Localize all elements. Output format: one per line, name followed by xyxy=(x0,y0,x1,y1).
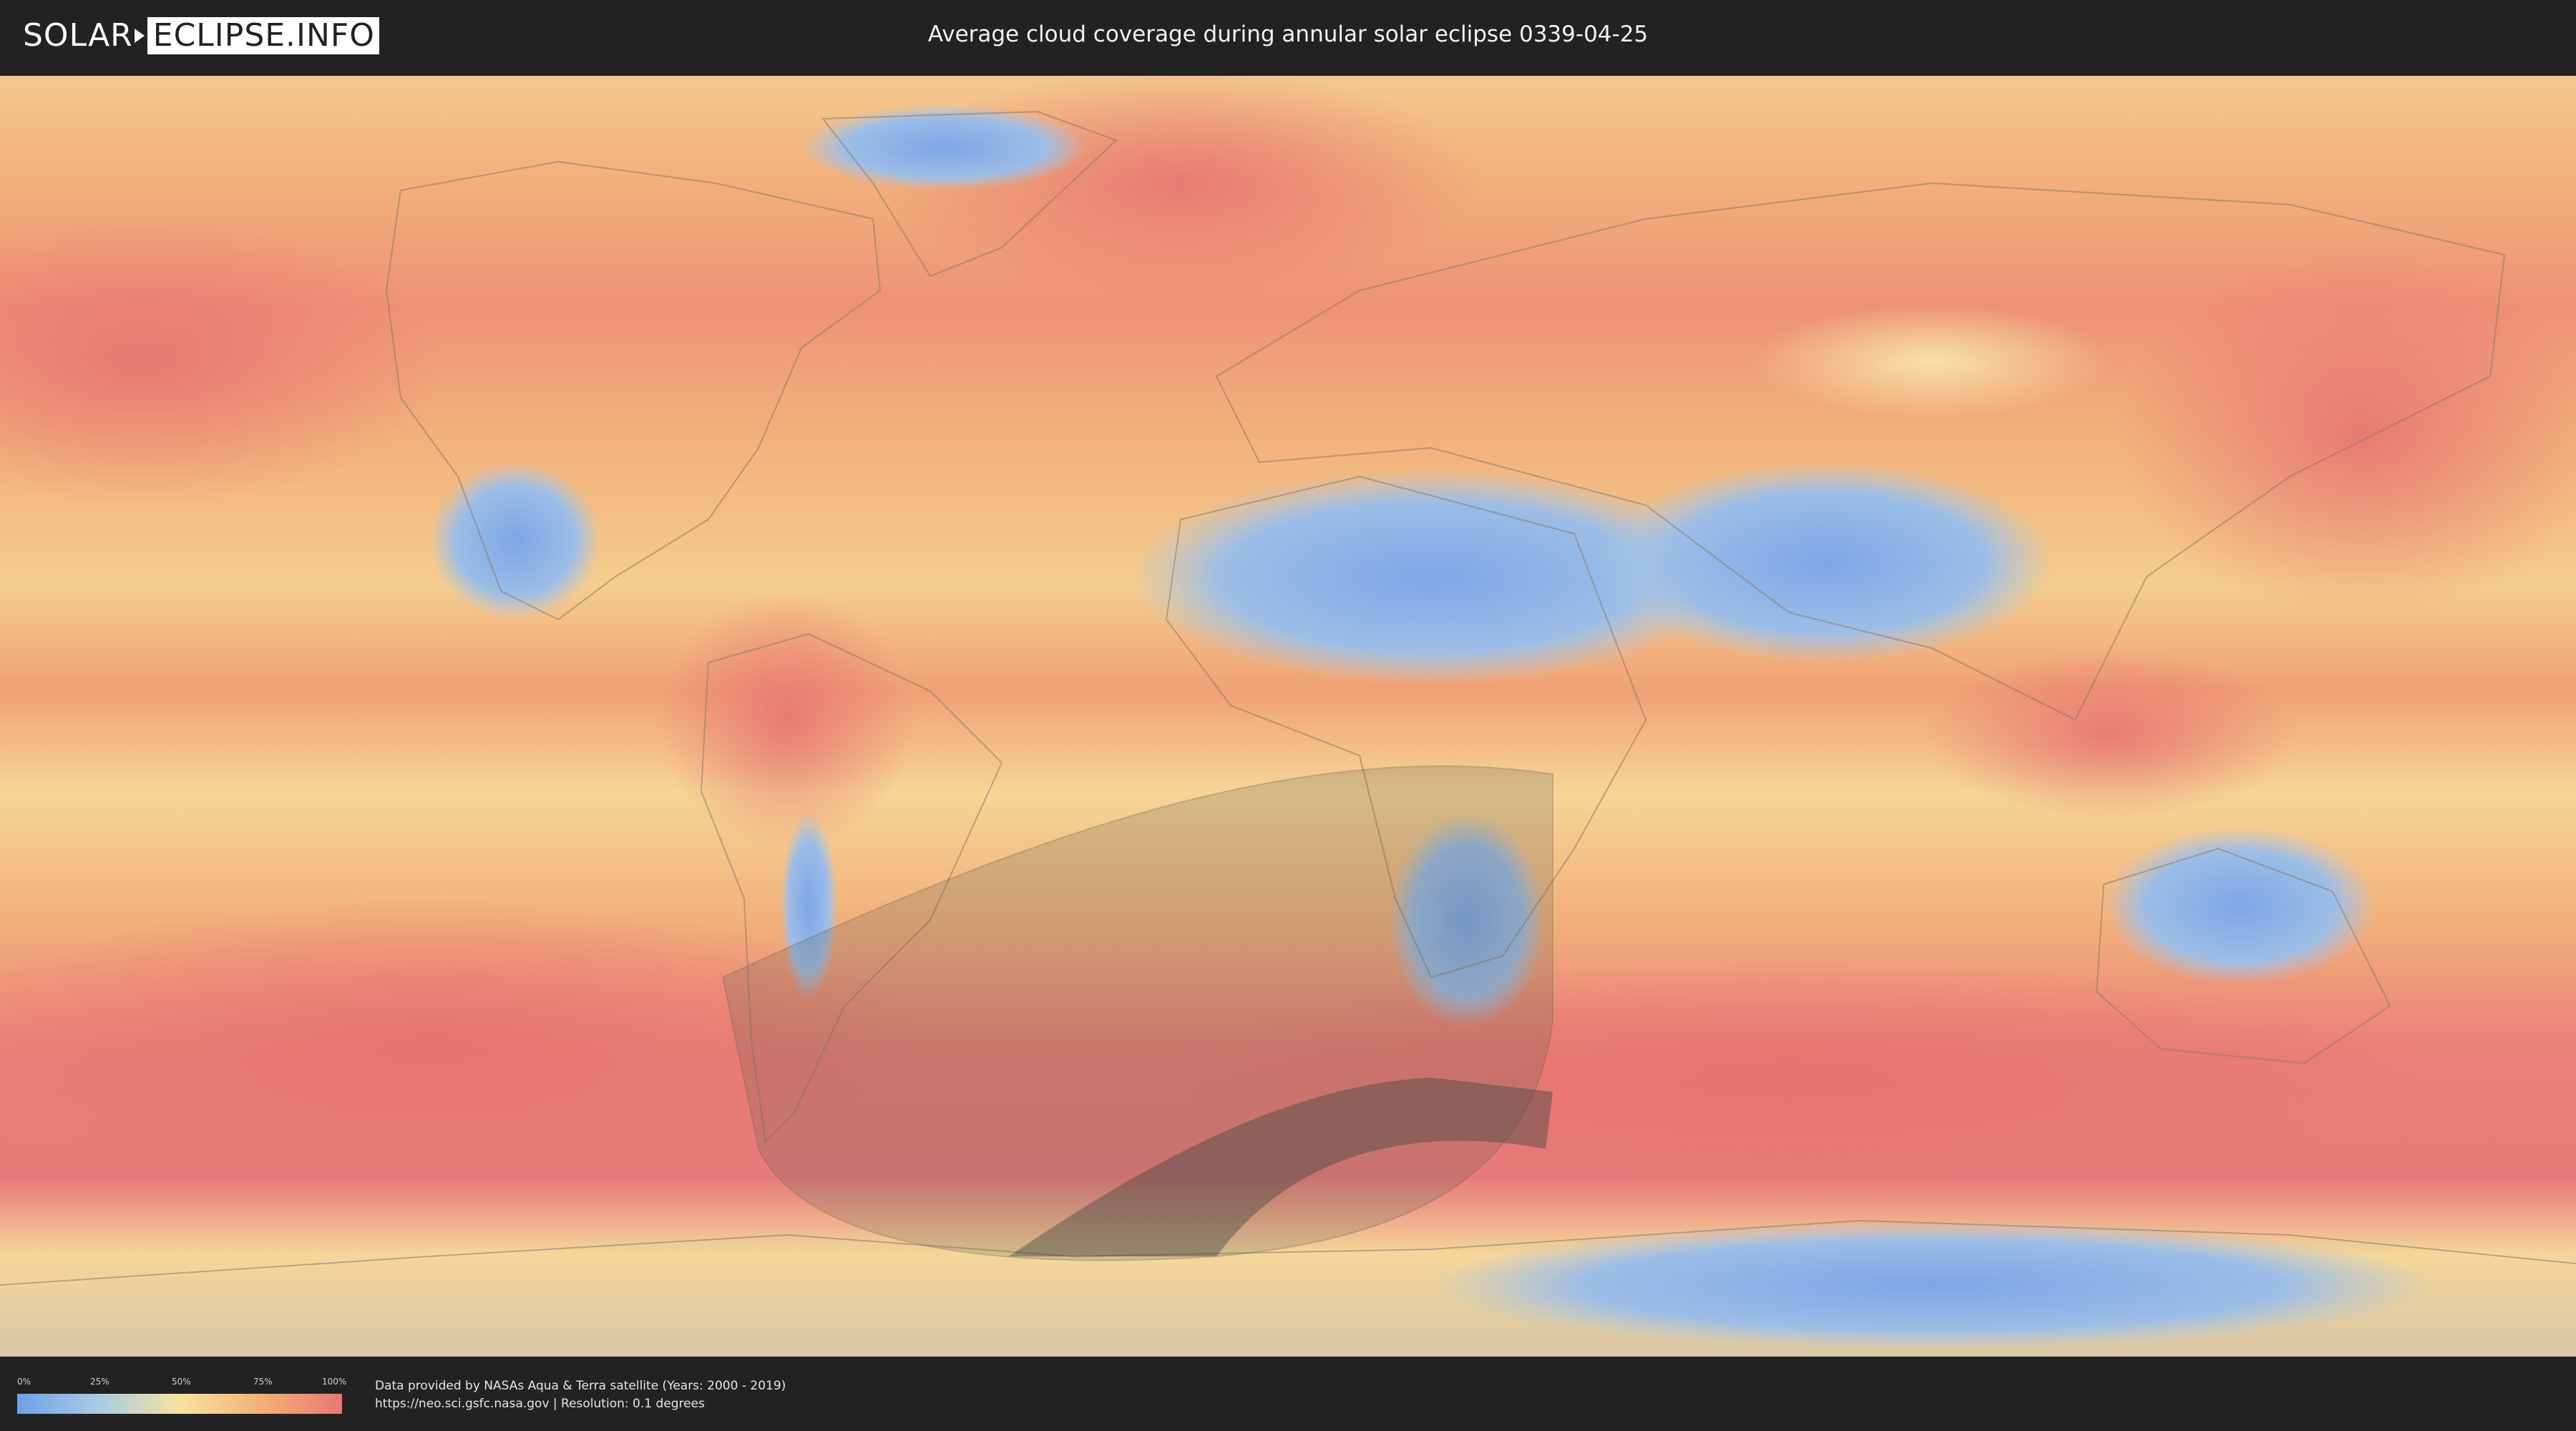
legend-tick-100: 100% xyxy=(322,1377,347,1387)
legend-tick-75: 75% xyxy=(253,1377,273,1387)
legend-tick-50: 50% xyxy=(172,1377,191,1387)
legend-tick-0: 0% xyxy=(17,1377,31,1387)
data-source-text: Data provided by NASAs Aqua & Terra sate… xyxy=(375,1379,786,1393)
page-title: Average cloud coverage during annular so… xyxy=(927,21,1649,47)
footer-bar: 0% 25% 50% 75% 100% Data provided by NAS… xyxy=(0,1357,2576,1431)
legend-tick-25: 25% xyxy=(90,1377,109,1387)
cloud-coverage-map[interactable] xyxy=(0,76,2576,1357)
resolution-text: https://neo.sci.gsfc.nasa.gov | Resoluti… xyxy=(375,1397,705,1411)
legend-color-bar xyxy=(17,1394,342,1414)
header-bar: SOLAR ECLIPSE.INFO Average cloud coverag… xyxy=(0,0,2576,72)
